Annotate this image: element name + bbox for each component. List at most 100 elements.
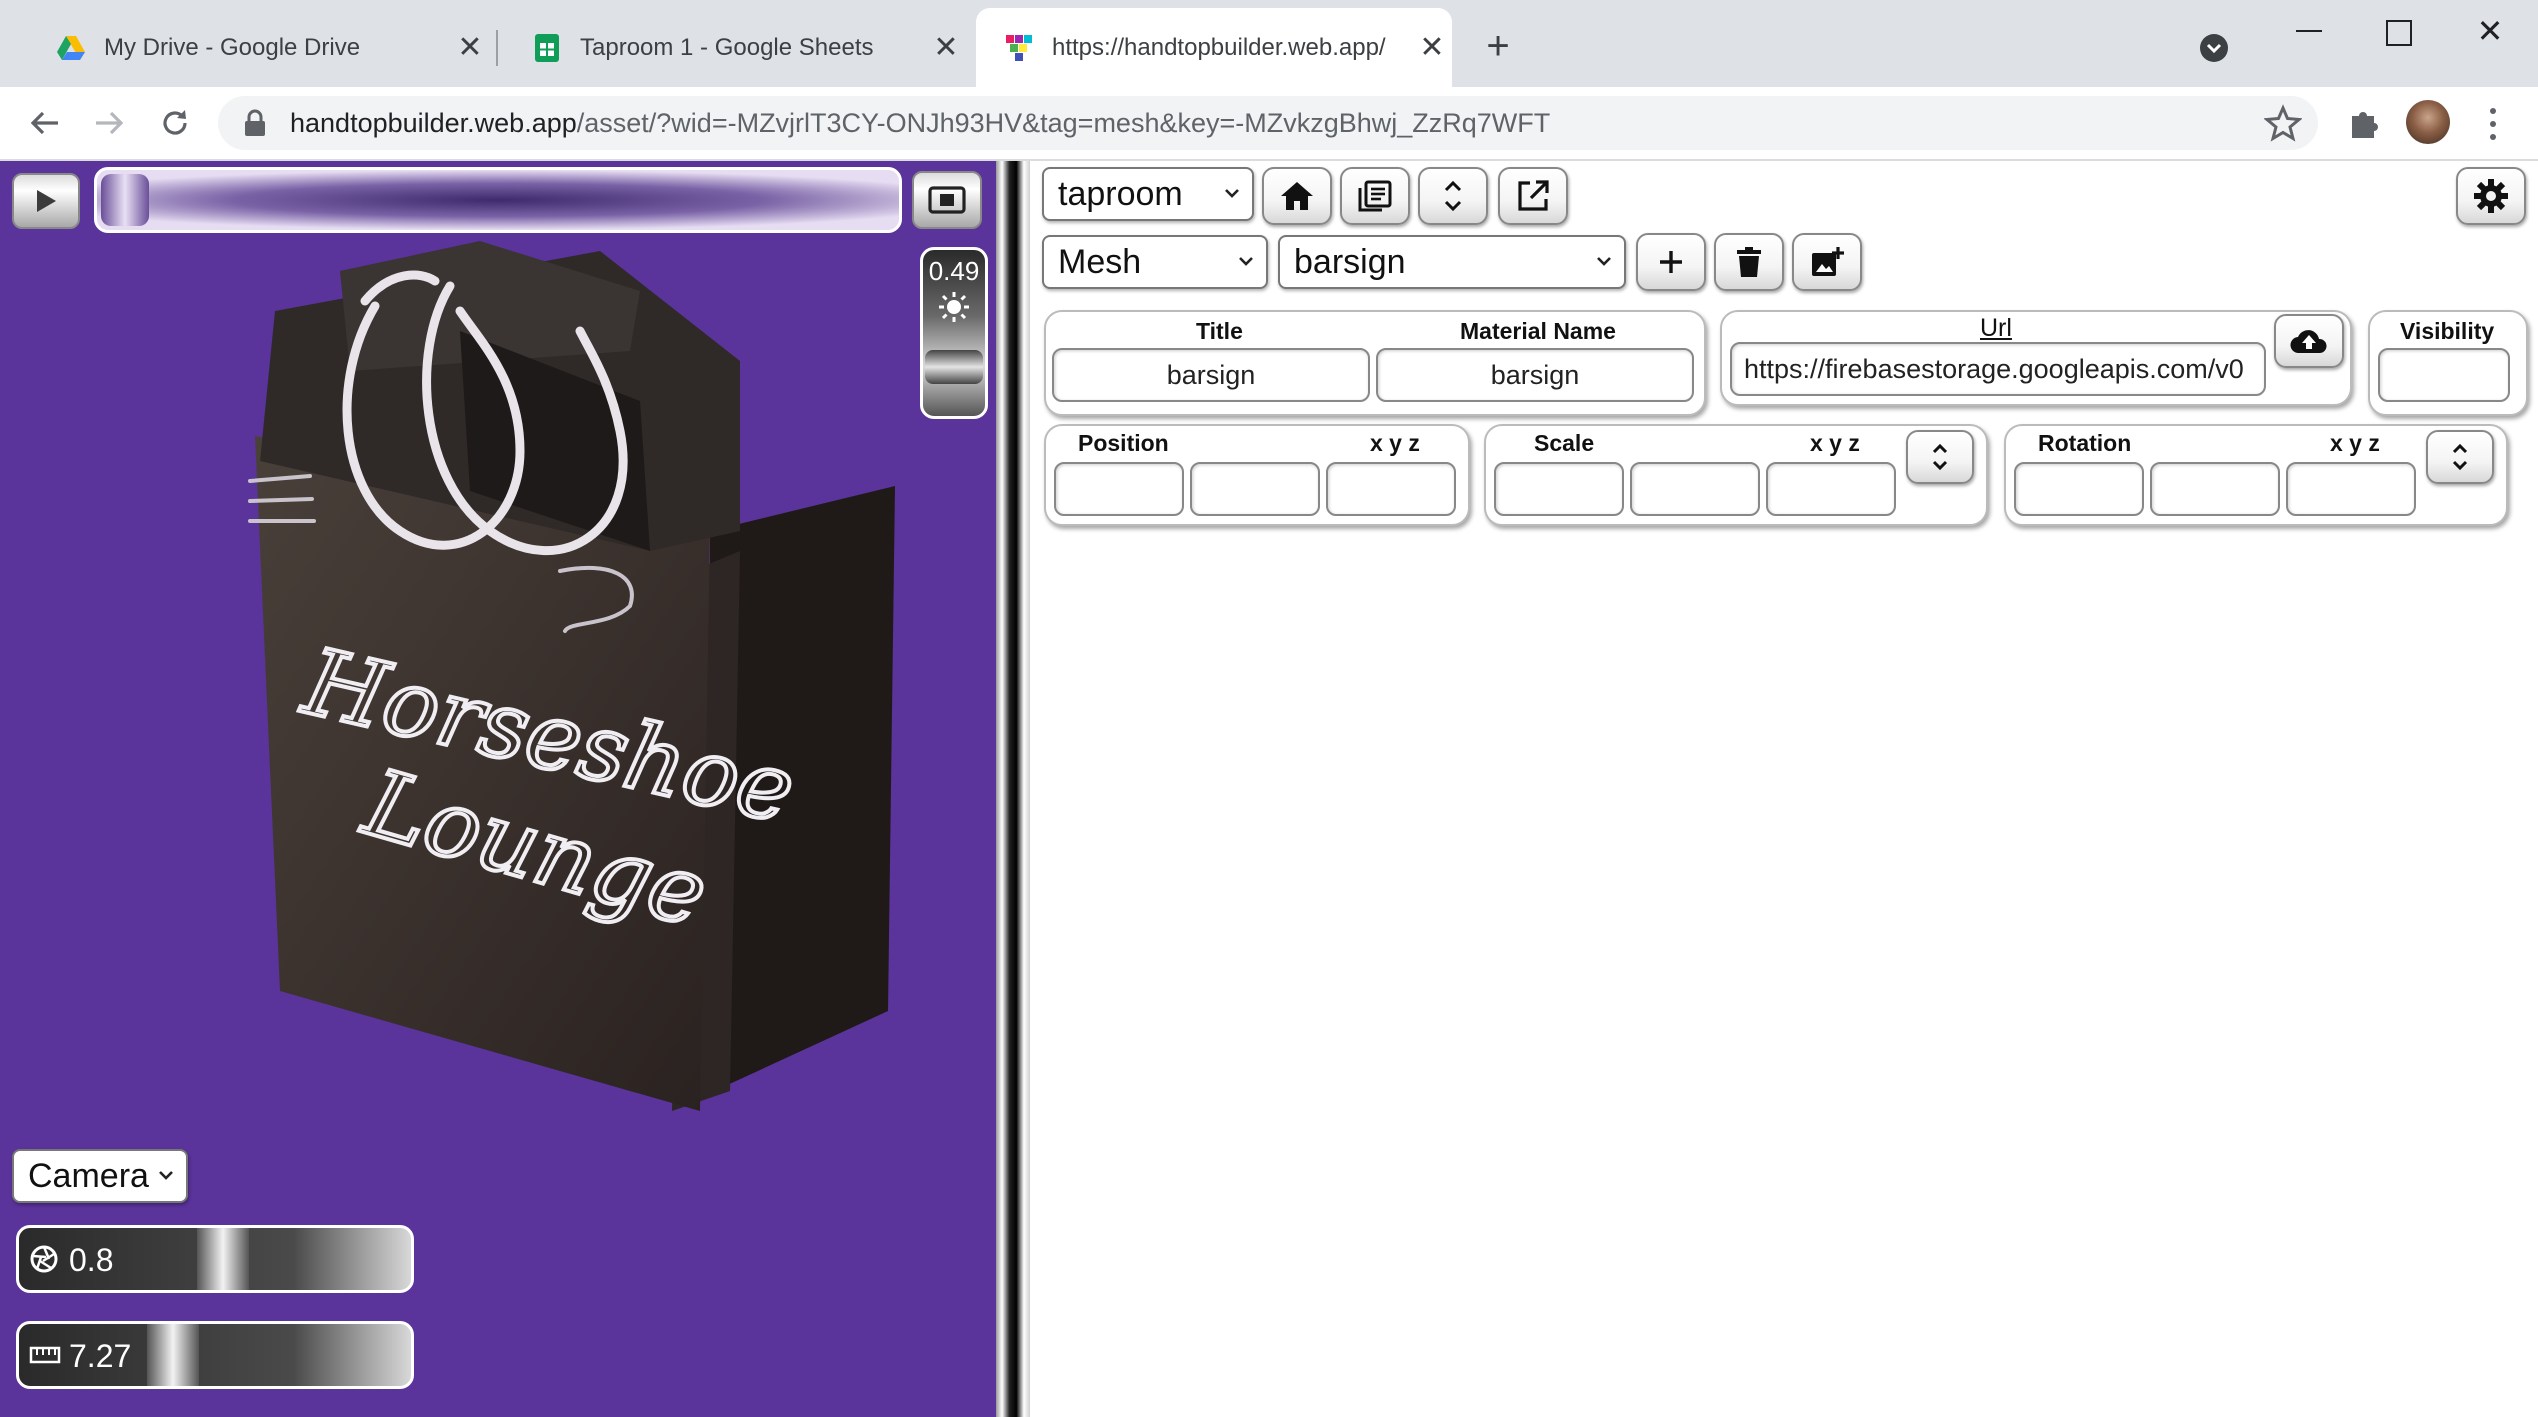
bookmark-star-button[interactable] [2263,104,2303,142]
trash-icon [1737,247,1761,277]
chevron-down-icon [159,1171,173,1180]
position-x-input[interactable] [1054,462,1184,516]
url-host: handtopbuilder.web.app [290,107,577,138]
aperture-slider-thumb[interactable] [197,1228,249,1290]
star-icon [2263,104,2303,142]
forward-button[interactable] [86,100,132,146]
rotation-expand-button[interactable] [2426,430,2494,484]
sun-icon [939,292,969,322]
asset-select-value: barsign [1294,242,1406,281]
home-button[interactable] [1262,167,1332,225]
settings-button[interactable] [2456,167,2526,225]
tab-google-drive[interactable]: My Drive - Google Drive ✕ [28,8,490,87]
google-drive-icon [57,35,85,60]
close-tab-icon[interactable]: ✕ [1412,30,1452,65]
timeline-slider[interactable] [94,167,902,233]
reload-button[interactable] [152,100,198,146]
gear-icon [2474,179,2508,213]
unfold-icon [1932,443,1948,471]
position-xyz-label: x y z [1370,430,1420,456]
title-input[interactable]: barsign [1052,348,1370,402]
position-y-input[interactable] [1190,462,1320,516]
browser-menu-button[interactable] [2480,104,2506,144]
position-z-input[interactable] [1326,462,1456,516]
minimize-button[interactable] [2290,28,2330,32]
extensions-button[interactable] [2344,104,2382,142]
add-image-button[interactable] [1792,233,1862,291]
add-photo-icon [1812,247,1844,276]
asset-type-select-value: Mesh [1058,242,1142,281]
panel-splitter[interactable] [996,161,1030,1417]
arrow-right-icon [96,111,124,135]
cloud-upload-icon [2290,330,2327,354]
3d-viewport[interactable]: 0.49 Horseshoe Lounge Camera 0.8 7.27 [0,161,996,1417]
asset-select[interactable]: barsign [1278,235,1626,289]
url-path: /asset/?wid=-MZvjrlT3CY-ONJh93HV&tag=mes… [576,107,1551,138]
reload-icon [163,110,187,135]
url-input[interactable]: https://firebasestorage.googleapis.com/v… [1730,342,2266,396]
aperture-slider[interactable]: 0.8 [16,1225,414,1293]
upload-button[interactable] [2274,314,2344,368]
timeline-slider-thumb[interactable] [101,174,149,226]
distance-slider[interactable]: 7.27 [16,1321,414,1389]
brightness-slider-thumb[interactable] [925,350,983,384]
asset-type-select[interactable]: Mesh [1042,235,1268,289]
scale-x-input[interactable] [1494,462,1624,516]
visibility-label: Visibility [2400,318,2495,344]
url-group: Url https://firebasestorage.googleapis.c… [1720,310,2352,406]
new-tab-button[interactable]: + [1476,24,1520,68]
aperture-value: 0.8 [69,1242,114,1278]
fullscreen-toggle-button[interactable] [912,171,982,229]
scale-xyz-label: x y z [1810,430,1860,456]
close-window-button[interactable]: ✕ [2470,12,2510,52]
url-link[interactable]: Url [1980,314,2012,343]
workspace-select-value: taproom [1058,174,1183,213]
tab-title: Taproom 1 - Google Sheets [580,33,874,61]
tab-google-sheets[interactable]: Taproom 1 - Google Sheets ✕ [504,8,966,87]
close-tab-icon[interactable]: ✕ [450,30,490,65]
rotation-z-input[interactable] [2286,462,2416,516]
kebab-dot-icon [2490,107,2496,114]
tab-search-button[interactable] [2200,34,2228,62]
visibility-input[interactable] [2378,348,2510,402]
play-icon [37,190,56,212]
tab-handtopbuilder[interactable]: https://handtopbuilder.web.app/ ✕ [976,8,1452,87]
visibility-group: Visibility [2368,310,2528,416]
unfold-icon [1444,180,1462,212]
rotation-y-input[interactable] [2150,462,2280,516]
screen-toggle-icon [928,186,966,214]
brightness-slider[interactable]: 0.49 [920,247,988,419]
google-sheets-icon [535,33,559,62]
kebab-dot-icon [2490,120,2496,127]
scale-expand-button[interactable] [1906,430,1974,484]
handtop-favicon [1006,34,1032,61]
unfold-icon [2452,443,2468,471]
scale-z-input[interactable] [1766,462,1896,516]
back-button[interactable] [22,100,68,146]
distance-slider-thumb[interactable] [147,1324,199,1386]
add-asset-button[interactable] [1636,233,1706,291]
material-name-input[interactable]: barsign [1376,348,1694,402]
scale-y-input[interactable] [1630,462,1760,516]
brightness-value: 0.49 [928,256,980,286]
expand-collapse-button[interactable] [1418,167,1488,225]
position-label: Position [1078,430,1169,456]
play-button[interactable] [12,173,80,229]
rotation-x-input[interactable] [2014,462,2144,516]
open-external-button[interactable] [1498,167,1568,225]
external-link-icon [1518,180,1549,211]
rotation-xyz-label: x y z [2330,430,2380,456]
profile-avatar[interactable] [2406,100,2450,144]
tab-title: My Drive - Google Drive [104,33,361,61]
title-material-group: Title Material Name barsign barsign [1044,310,1706,416]
workspace-select[interactable]: taproom [1042,167,1254,221]
library-button[interactable] [1340,167,1410,225]
camera-select[interactable]: Camera [12,1149,188,1203]
delete-asset-button[interactable] [1714,233,1784,291]
plus-icon [1660,251,1682,273]
chevron-down-icon [1239,257,1253,266]
scale-group: Scale x y z [1484,424,1988,526]
address-bar[interactable]: handtopbuilder.web.app/asset/?wid=-MZvjr… [218,96,2318,150]
maximize-button[interactable] [2386,20,2412,46]
close-tab-icon[interactable]: ✕ [926,30,966,65]
